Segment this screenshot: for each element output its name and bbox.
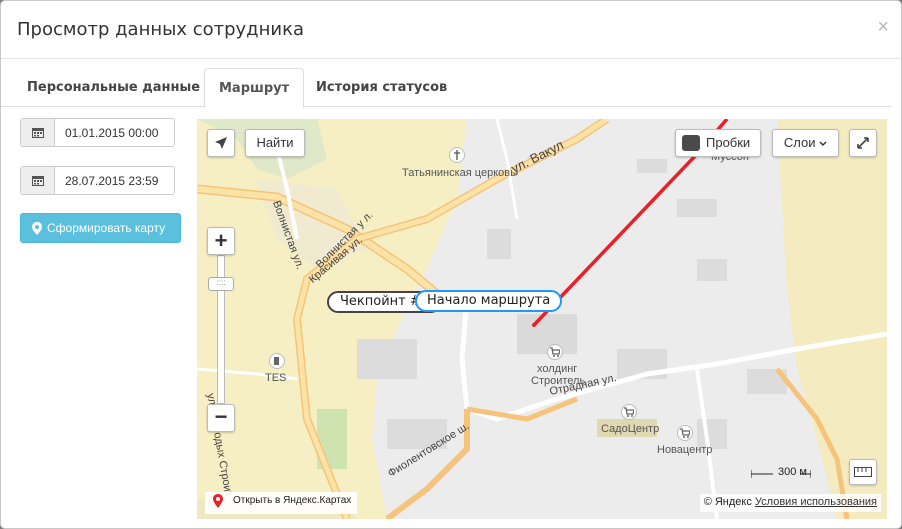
shop-cart-icon <box>677 425 693 441</box>
poi-label: холдинг <box>537 363 578 375</box>
tab-route[interactable]: Маршрут <box>204 68 305 108</box>
map-tiles <box>197 119 887 519</box>
map-scale: 300 м <box>751 465 811 483</box>
shop-cart-icon <box>621 404 637 420</box>
poi-label: TES <box>265 372 287 384</box>
calendar-icon[interactable] <box>21 167 55 194</box>
layers-label: Слои <box>783 135 816 150</box>
generate-map-button[interactable]: Сформировать карту <box>20 213 181 243</box>
fullscreen-button[interactable] <box>849 129 877 157</box>
tab-status-history[interactable]: История статусов <box>302 68 461 107</box>
poi-label: Новацентр <box>657 444 713 456</box>
map-attribution: © Яндекс Условия использования <box>699 494 881 512</box>
employee-modal: Просмотр данных сотрудника × Персональны… <box>0 0 902 529</box>
traffic-label: Пробки <box>706 135 751 150</box>
date-to-field[interactable]: 28.07.2015 23:59 <box>20 166 175 195</box>
date-from-value: 01.01.2015 00:00 <box>65 126 159 140</box>
find-button[interactable]: Найти <box>245 129 305 157</box>
close-icon[interactable]: × <box>877 15 889 39</box>
ruler-button[interactable] <box>849 459 877 485</box>
chevron-down-icon <box>819 141 827 147</box>
gas-station-icon <box>269 353 285 369</box>
route-map[interactable]: ул. Вакул Волнистая ул. Волнистая у л. К… <box>197 119 887 519</box>
ruler-icon <box>854 467 872 477</box>
tab-bar: Персональные данные Маршрут История стат… <box>1 68 891 108</box>
poi-label: Татьянинская церковь <box>402 167 516 179</box>
poi-label: СадоЦентр <box>601 423 660 435</box>
zoom-in-button[interactable]: + <box>207 227 235 255</box>
route-start-label[interactable]: Начало маршрута <box>415 290 563 312</box>
generate-map-label: Сформировать карту <box>47 221 166 235</box>
date-to-value: 28.07.2015 23:59 <box>65 174 159 188</box>
expand-icon <box>857 137 869 149</box>
zoom-slider-handle[interactable]: :::: <box>208 277 234 291</box>
terms-link[interactable]: Условия использования <box>755 496 877 508</box>
modal-title: Просмотр данных сотрудника <box>17 19 304 40</box>
geolocation-button[interactable] <box>207 129 235 157</box>
layers-button[interactable]: Слои <box>772 129 839 157</box>
location-arrow-icon <box>215 137 227 149</box>
modal-header: Просмотр данных сотрудника × <box>1 1 901 59</box>
date-from-field[interactable]: 01.01.2015 00:00 <box>20 118 175 147</box>
copyright-label: © Яндекс <box>703 496 752 508</box>
tab-personal-data[interactable]: Персональные данные <box>13 68 214 107</box>
map-pin-icon <box>213 494 223 508</box>
traffic-button[interactable]: Пробки <box>675 129 761 157</box>
shop-cart-icon <box>547 344 563 360</box>
open-in-yandex-label: Открыть в Яндекс.Картах <box>233 495 352 506</box>
scale-label: 300 м <box>778 466 807 478</box>
open-in-yandex-link[interactable]: Открыть в Яндекс.Картах <box>205 492 358 514</box>
traffic-icon <box>682 135 700 151</box>
calendar-icon[interactable] <box>21 119 55 146</box>
church-icon <box>449 147 465 163</box>
zoom-out-button[interactable]: − <box>207 404 235 432</box>
route-filters: 01.01.2015 00:00 28.07.2015 23:59 Сформи… <box>1 108 197 528</box>
map-marker-icon <box>32 222 42 235</box>
poi-label: Строитель <box>531 375 586 387</box>
